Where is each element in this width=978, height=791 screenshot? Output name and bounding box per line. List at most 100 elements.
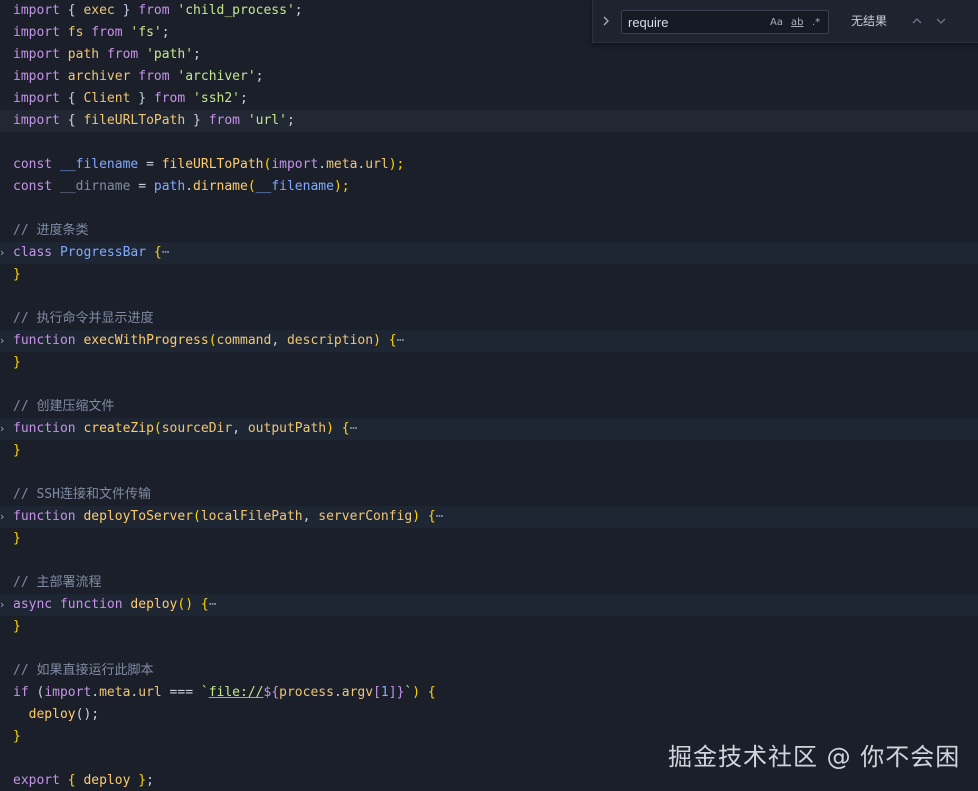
property: argv [341,685,374,700]
code-line-8[interactable]: const __filename = fileURLToPath(import.… [0,154,978,176]
identifier: Client [83,91,131,106]
comment: // SSH连接和文件传输 [13,487,151,502]
punctuation: , [271,333,287,348]
keyword: from [138,69,170,84]
string: 'child_process' [177,3,295,18]
folded-ellipsis[interactable]: ⋯ [209,597,217,612]
match-case-toggle[interactable]: Aa [770,15,783,31]
punctuation: { [59,113,84,128]
code-line-4[interactable]: import archiver from 'archiver'; [0,66,978,88]
keyword: from [91,25,123,40]
code-line-21[interactable]: } [0,440,978,462]
string: 'ssh2' [193,91,241,106]
code-line-9[interactable]: const __dirname = path.dirname(__filenam… [0,176,978,198]
watermark: 掘金技术社区 @ 你不会困 [668,743,961,771]
code-editor[interactable]: import { exec } from 'child_process'; im… [0,0,978,791]
bracket: [ [373,685,381,700]
punctuation: { [59,91,84,106]
code-line-25[interactable]: } [0,528,978,550]
bracket: } [138,773,147,788]
parameter: description [286,333,374,348]
fold-chevron-icon[interactable]: › [0,330,10,352]
bracket: } [13,619,21,634]
bracket: ( [247,179,256,194]
function-name: deploy [130,597,178,612]
keyword: from [208,113,240,128]
keyword: import [13,47,60,62]
bracket: { [427,685,436,700]
code-line-15-comment[interactable]: // 执行命令并显示进度 [0,308,978,330]
code-line-11-comment[interactable]: // 进度条类 [0,220,978,242]
folded-ellipsis[interactable]: ⋯ [350,421,358,436]
comment: // 执行命令并显示进度 [13,311,154,326]
find-input[interactable]: require Aa ab .* [621,10,829,34]
punctuation: } [185,113,209,128]
keyword: import [13,91,60,106]
keyword: from [153,91,186,106]
folded-ellipsis[interactable]: ⋯ [162,245,170,260]
identifier: process [279,685,334,700]
keyword: from [106,47,139,62]
code-line-31-comment[interactable]: // 如果直接运行此脚本 [0,660,978,682]
code-line-17[interactable]: } [0,352,978,374]
code-line-36[interactable]: export { deploy }; [0,770,978,791]
bracket: ); [333,179,350,194]
bracket: ) [373,333,381,348]
code-line-6-current[interactable]: import { fileURLToPath } from 'url'; [0,110,978,132]
fold-chevron-icon[interactable]: › [0,242,10,264]
code-line-33[interactable]: deploy(); [0,704,978,726]
code-line-23-comment[interactable]: // SSH连接和文件传输 [0,484,978,506]
parameter: localFilePath [200,509,303,524]
keyword: function [13,509,76,524]
code-line-16-folded[interactable]: › function execWithProgress(command, desc… [0,330,978,352]
code-line-19-comment[interactable]: // 创建压缩文件 [0,396,978,418]
punctuation: ; [286,113,295,128]
folded-ellipsis[interactable]: ⋯ [397,333,405,348]
property: meta [99,685,131,700]
property: meta [326,157,358,172]
toggle-replace-chevron-icon[interactable] [601,12,615,30]
bracket: { [388,333,397,348]
code-line-13[interactable]: } [0,264,978,286]
code-line-29[interactable]: } [0,616,978,638]
code-line-28-folded[interactable]: › async function deploy() {⋯ [0,594,978,616]
bracket: { [67,773,76,788]
template-quote: ` [200,685,209,700]
match-whole-word-toggle[interactable]: ab [791,15,803,31]
code-line-24-folded[interactable]: › function deployToServer(localFilePath, … [0,506,978,528]
code-line-3[interactable]: import path from 'path'; [0,44,978,66]
code-line-12-folded[interactable]: › class ProgressBar {⋯ [0,242,978,264]
keyword: export [13,773,60,788]
keyword: import [13,3,60,18]
identifier: __filename [255,179,334,194]
bracket: } [13,531,21,546]
next-match-icon[interactable] [933,12,949,30]
previous-match-icon[interactable] [909,12,925,30]
folded-ellipsis[interactable]: ⋯ [436,509,444,524]
keyword: import [13,113,60,128]
identifier: fileURLToPath [83,113,186,128]
identifier: path [67,47,100,62]
bracket: ( [208,333,217,348]
fold-chevron-icon[interactable]: › [0,418,10,440]
identifier: deploy [83,773,131,788]
bracket: } [13,729,21,744]
code-line-32[interactable]: if (import.meta.url === `file://${proces… [0,682,978,704]
bracket: ( [193,509,201,524]
code-line-27-comment[interactable]: // 主部署流程 [0,572,978,594]
code-line-5[interactable]: import { Client } from 'ssh2'; [0,88,978,110]
bracket: { [200,597,209,612]
bracket: ( [28,685,45,700]
find-result-text: 无结果 [851,14,888,28]
code-line-20-folded[interactable]: › function createZip(sourceDir, outputPat… [0,418,978,440]
fold-chevron-icon[interactable]: › [0,506,10,528]
fold-chevron-icon[interactable]: › [0,594,10,616]
regex-toggle[interactable]: .* [812,15,820,31]
